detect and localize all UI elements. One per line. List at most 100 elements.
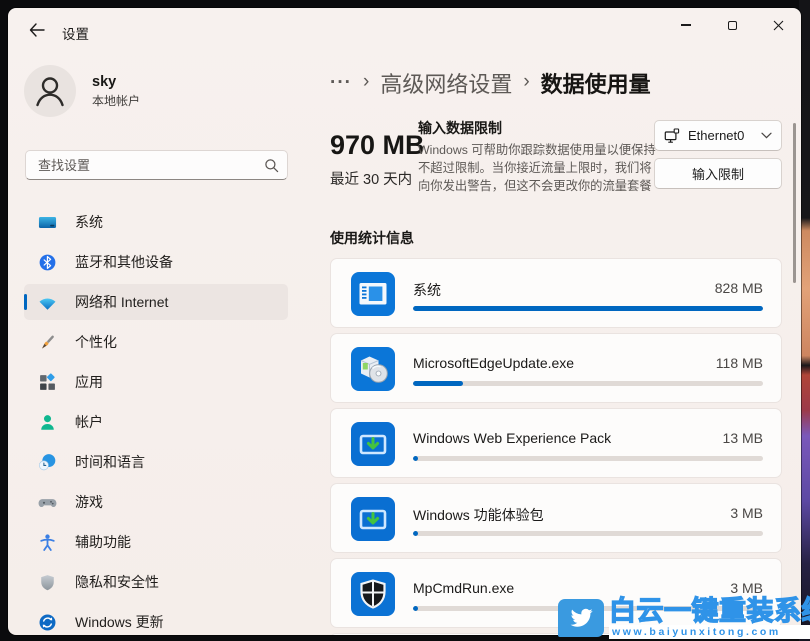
app-name: Windows Web Experience Pack: [413, 430, 611, 446]
sidebar-nav: 系统 蓝牙和其他设备 网络和 Internet: [24, 204, 288, 635]
sidebar: sky 本地帐户 系统: [8, 52, 320, 635]
data-limit-title: 输入数据限制: [418, 118, 656, 138]
minimize-icon: [681, 24, 691, 25]
system-icon: [38, 213, 57, 232]
sidebar-item-accounts[interactable]: 帐户: [24, 404, 288, 440]
app-data-size: 3 MB: [730, 580, 763, 596]
adapter-dropdown[interactable]: Ethernet0: [654, 120, 782, 151]
breadcrumb-separator: ›: [363, 71, 369, 96]
package-download-icon: [351, 497, 395, 541]
sidebar-item-label: 应用: [75, 372, 103, 392]
usage-stats-list: 系统 828 MB MicrosoftEdgeUpdate.exe 118 MB: [330, 258, 782, 635]
installer-disc-icon: [351, 347, 395, 391]
app-data-size: 3 MB: [730, 505, 763, 521]
search-input[interactable]: [36, 157, 264, 174]
search-icon: [264, 158, 279, 173]
titlebar: 设置: [8, 8, 801, 52]
search-box[interactable]: [25, 150, 288, 180]
sidebar-item-label: 隐私和安全性: [75, 572, 159, 592]
app-data-size: 828 MB: [715, 280, 763, 296]
data-limit-section: 970 MB 最近 30 天内 输入数据限制 Windows 可帮助你跟踪数据使…: [330, 118, 782, 214]
sidebar-item-bluetooth-devices[interactable]: 蓝牙和其他设备: [24, 244, 288, 280]
gamepad-icon: [38, 493, 57, 512]
total-usage: 970 MB: [330, 130, 425, 161]
sidebar-item-time-language[interactable]: 时间和语言: [24, 444, 288, 480]
sidebar-item-label: 系统: [75, 212, 103, 232]
sidebar-item-network-internet[interactable]: 网络和 Internet: [24, 284, 288, 320]
watermark-url: www.baiyunxitong.com: [609, 625, 810, 639]
accessibility-person-icon: [38, 533, 57, 552]
close-button[interactable]: [755, 8, 801, 42]
twitter-bird-icon: [567, 606, 595, 630]
paintbrush-icon: [38, 333, 57, 352]
sidebar-item-personalization[interactable]: 个性化: [24, 324, 288, 360]
breadcrumb-ellipsis-button[interactable]: ···: [330, 78, 352, 88]
window-controls: [663, 8, 801, 42]
time-language-icon: [38, 453, 57, 472]
usage-progress-bar: [413, 306, 763, 311]
sidebar-item-accessibility[interactable]: 辅助功能: [24, 524, 288, 560]
sidebar-item-system[interactable]: 系统: [24, 204, 288, 240]
network-wifi-icon: [38, 293, 57, 312]
avatar: [24, 65, 76, 117]
app-data-size: 13 MB: [723, 430, 763, 446]
watermark-title: 白云一键重装系统: [609, 599, 810, 624]
apps-grid-icon: [38, 373, 57, 392]
app-name: Windows 功能体验包: [413, 505, 544, 525]
sidebar-item-label: 帐户: [75, 412, 103, 432]
sidebar-item-label: 蓝牙和其他设备: [75, 252, 173, 272]
user-name: sky: [92, 74, 140, 90]
sidebar-item-label: 个性化: [75, 332, 117, 352]
data-limit-description: Windows 可帮助你跟踪数据使用量以便保持不超过限制。当你接近流量上限时，我…: [418, 141, 656, 196]
adapter-name: Ethernet0: [688, 128, 761, 143]
system-window-icon: [351, 272, 395, 316]
sidebar-item-label: 时间和语言: [75, 452, 145, 472]
app-name: MpCmdRun.exe: [413, 580, 514, 596]
minimize-button[interactable]: [663, 8, 709, 42]
back-arrow-icon: [29, 23, 45, 37]
ethernet-adapter-icon: [664, 128, 680, 144]
watermark-bird-logo: [558, 599, 604, 637]
sidebar-item-windows-update[interactable]: Windows 更新: [24, 604, 288, 635]
defender-shield-icon: [351, 572, 395, 616]
chevron-down-icon: [761, 132, 772, 139]
vertical-scrollbar[interactable]: [793, 123, 796, 283]
sidebar-item-gaming[interactable]: 游戏: [24, 484, 288, 520]
maximize-icon: [728, 21, 737, 30]
accounts-person-icon: [38, 413, 57, 432]
watermark: 白云一键重装系统 www.baiyunxitong.com: [558, 599, 810, 639]
package-download-icon: [351, 422, 395, 466]
usage-row-system: 系统 828 MB: [330, 258, 782, 328]
sidebar-item-label: 游戏: [75, 492, 103, 512]
sidebar-item-label: 网络和 Internet: [75, 292, 168, 312]
sidebar-item-label: Windows 更新: [75, 612, 164, 632]
sidebar-item-label: 辅助功能: [75, 532, 131, 552]
usage-row-web-experience-pack: Windows Web Experience Pack 13 MB: [330, 408, 782, 478]
bluetooth-icon: [38, 253, 57, 272]
usage-row-feature-pack: Windows 功能体验包 3 MB: [330, 483, 782, 553]
sidebar-item-privacy-security[interactable]: 隐私和安全性: [24, 564, 288, 600]
settings-window: 设置 sky 本地帐户: [8, 8, 801, 635]
maximize-button[interactable]: [709, 8, 755, 42]
breadcrumb-parent[interactable]: 高级网络设置: [380, 67, 512, 99]
app-title: 设置: [62, 23, 89, 43]
app-data-size: 118 MB: [716, 355, 763, 371]
sidebar-item-apps[interactable]: 应用: [24, 364, 288, 400]
enter-limit-button[interactable]: 输入限制: [654, 158, 782, 189]
close-icon: [773, 20, 784, 31]
shield-icon: [38, 573, 57, 592]
breadcrumb: ··· › 高级网络设置 › 数据使用量: [330, 66, 782, 100]
user-account-row[interactable]: sky 本地帐户: [18, 60, 308, 122]
breadcrumb-separator: ›: [523, 71, 529, 96]
back-button[interactable]: [20, 16, 54, 44]
usage-period: 最近 30 天内: [330, 168, 412, 189]
usage-stats-header: 使用统计信息: [330, 228, 782, 248]
breadcrumb-current-page: 数据使用量: [541, 67, 651, 99]
usage-progress-bar: [413, 381, 763, 386]
usage-progress-bar: [413, 531, 763, 536]
main-content: ··· › 高级网络设置 › 数据使用量 970 MB 最近 30 天内 输入数…: [330, 52, 782, 635]
app-name: MicrosoftEdgeUpdate.exe: [413, 355, 574, 371]
windows-update-icon: [38, 613, 57, 632]
usage-progress-bar: [413, 456, 763, 461]
app-name: 系统: [413, 280, 441, 300]
